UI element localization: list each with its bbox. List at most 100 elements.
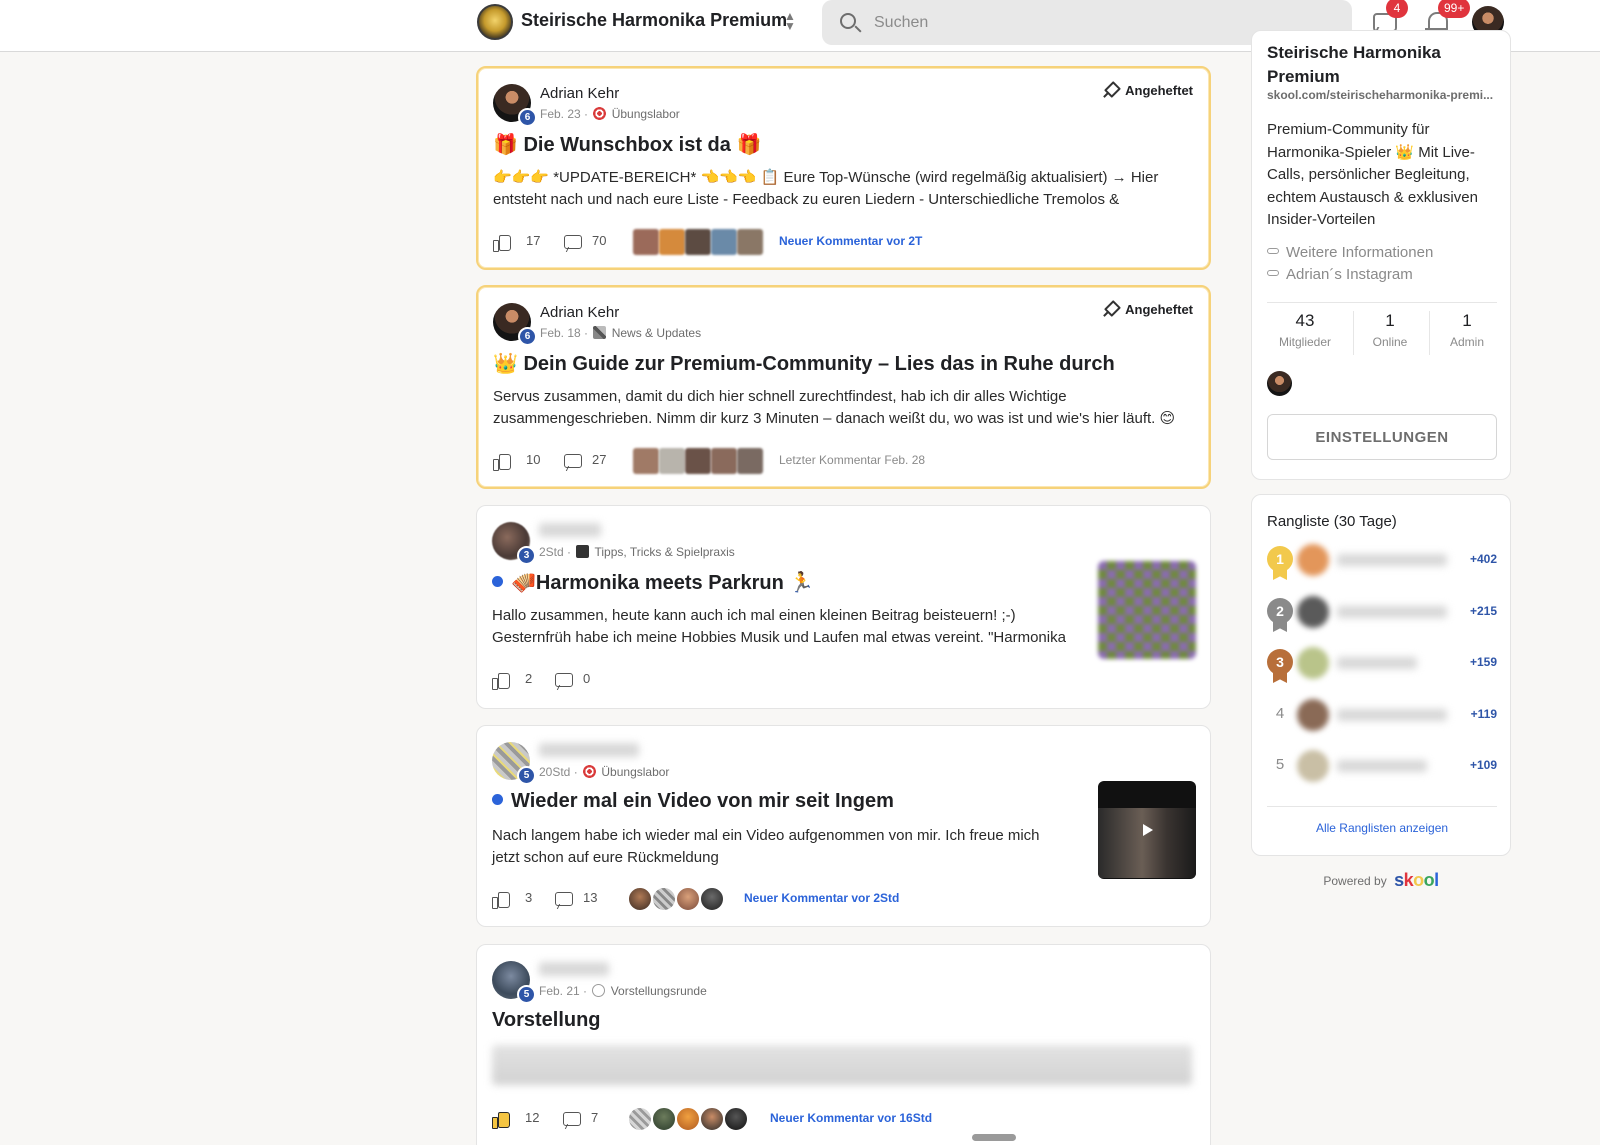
leaderboard-entry[interactable]: 3 +159 [1267, 645, 1497, 681]
like-icon[interactable] [492, 891, 510, 909]
community-url[interactable]: skool.com/steirischeharmonika-premi... [1267, 88, 1497, 102]
commenter-avatar [737, 229, 763, 255]
stat-admin[interactable]: 1 Admin [1429, 311, 1505, 349]
activity-status: Letzter Kommentar Feb. 28 [779, 453, 926, 467]
post-title[interactable]: 🎁 Die Wunschbox ist da 🎁 [493, 132, 761, 157]
play-icon[interactable] [1143, 824, 1153, 836]
post-card[interactable]: 5 20Std · Übungslabor Wieder mal ein Vid… [476, 725, 1211, 927]
commenter-avatar [737, 448, 763, 474]
commenter-avatar [699, 886, 725, 912]
stat-online[interactable]: 1 Online [1352, 311, 1428, 349]
like-icon[interactable] [493, 234, 511, 252]
leaderboard-entry[interactable]: 2 +215 [1267, 594, 1497, 630]
stat-members[interactable]: 43 Mitglieder [1267, 311, 1343, 349]
commenter-avatar [659, 229, 685, 255]
like-icon[interactable] [492, 1111, 510, 1129]
commenter-avatar [699, 1106, 725, 1132]
bronze-medal-icon: 3 [1267, 649, 1293, 675]
silver-medal-icon: 2 [1267, 598, 1293, 624]
comment-icon[interactable] [564, 454, 582, 468]
link-instagram[interactable]: Adrian´s Instagram [1267, 266, 1413, 283]
speech-bubble-icon [592, 984, 606, 997]
post-title[interactable]: Wieder mal ein Video von mir seit Ingem [492, 790, 894, 813]
link-more-info[interactable]: Weitere Informationen [1267, 244, 1433, 261]
points: +109 [1469, 758, 1497, 772]
settings-button[interactable]: EINSTELLUNGEN [1267, 414, 1497, 460]
notifications-badge: 99+ [1438, 0, 1471, 18]
post-category[interactable]: Übungslabor [601, 765, 669, 779]
post-excerpt: Hallo zusammen, heute kann auch ich mal … [492, 607, 1066, 646]
search-icon [840, 13, 856, 29]
member-name [1337, 760, 1427, 772]
post-excerpt: 👉👉👉 *UPDATE-BEREICH* 👈👈👈 📋 Eure Top-Wüns… [493, 169, 1159, 208]
commenter-avatar [685, 229, 711, 255]
post-excerpt [492, 1045, 1192, 1085]
link-icon [1267, 248, 1279, 254]
post-card[interactable]: 6 Adrian Kehr Feb. 23 · Übungslabor Ange… [476, 66, 1211, 270]
scroll-handle[interactable] [972, 1134, 1016, 1141]
post-category[interactable]: Tipps, Tricks & Spielpraxis [594, 545, 734, 559]
author-name[interactable] [539, 523, 601, 537]
post-category[interactable]: News & Updates [612, 326, 701, 340]
post-title[interactable]: 🪗Harmonika meets Parkrun 🏃 [492, 570, 814, 595]
post-category[interactable]: Vorstellungsrunde [611, 984, 707, 998]
member-avatar [1297, 750, 1329, 782]
member-avatar [1297, 544, 1329, 576]
comment-icon[interactable] [564, 235, 582, 249]
like-icon[interactable] [493, 453, 511, 471]
post-card[interactable]: 6 Adrian Kehr Feb. 18 · News & Updates A… [476, 285, 1211, 489]
post-meta: 2Std · Tipps, Tricks & Spielpraxis [539, 545, 735, 559]
pencil-icon [593, 326, 607, 339]
all-leaderboards-link[interactable]: Alle Ranglisten anzeigen [1267, 821, 1497, 835]
commenter-avatar [675, 1106, 701, 1132]
post-actions: 10 27 Letzter Kommentar Feb. 28 [493, 448, 1193, 474]
comment-icon[interactable] [555, 673, 573, 687]
author-name[interactable] [539, 962, 609, 976]
leaderboard-entry[interactable]: 4 +119 [1267, 697, 1497, 733]
pin-icon [1103, 83, 1117, 97]
messages-badge: 4 [1386, 0, 1408, 18]
author-name[interactable]: Adrian Kehr [540, 85, 619, 102]
commenter-avatar [627, 886, 653, 912]
post-excerpt: Nach langem habe ich wieder mal ein Vide… [492, 827, 1040, 866]
post-category[interactable]: Übungslabor [612, 107, 680, 121]
post-title[interactable]: 👑 Dein Guide zur Premium-Community – Lie… [493, 351, 1115, 376]
community-stats: 43 Mitglieder 1 Online 1 Admin [1267, 302, 1497, 362]
video-thumbnail[interactable] [1098, 781, 1196, 879]
comment-count: 7 [591, 1110, 599, 1125]
like-count: 3 [525, 890, 533, 905]
unread-dot [492, 576, 503, 587]
post-card[interactable]: 5 Feb. 21 · Vorstellungsrunde Vorstellun… [476, 944, 1211, 1145]
powered-by[interactable]: Powered by skool [1251, 870, 1511, 891]
community-switcher-icon[interactable]: ▲ ▼ [781, 10, 799, 35]
comment-count: 70 [592, 233, 607, 248]
link-icon [1267, 270, 1279, 276]
post-card[interactable]: 3 2Std · Tipps, Tricks & Spielpraxis 🪗Ha… [476, 505, 1211, 709]
pin-icon [1103, 302, 1117, 316]
points: +402 [1469, 552, 1497, 566]
author-name[interactable]: Adrian Kehr [540, 304, 619, 321]
member-name [1337, 606, 1447, 618]
commenter-avatar [633, 229, 659, 255]
comment-count: 27 [592, 452, 607, 467]
pinned-label: Angeheftet [1103, 83, 1193, 98]
commenter-avatar [685, 448, 711, 474]
community-logo[interactable] [477, 4, 513, 40]
activity-status[interactable]: Neuer Kommentar vor 16Std [770, 1111, 932, 1125]
like-icon[interactable] [492, 672, 510, 690]
post-actions: 17 70 Neuer Kommentar vor 2T [493, 229, 1193, 255]
leaderboard-entry[interactable]: 1 +402 [1267, 542, 1497, 578]
activity-status[interactable]: Neuer Kommentar vor 2Std [744, 891, 899, 905]
post-thumbnail[interactable] [1098, 561, 1196, 659]
level-badge: 5 [517, 985, 536, 1004]
community-name[interactable]: Steirische Harmonika Premium [521, 10, 787, 31]
post-title[interactable]: Vorstellung [492, 1009, 601, 1032]
member-avatar [1297, 647, 1329, 679]
leaderboard-entry[interactable]: 5 +109 [1267, 748, 1497, 784]
comment-icon[interactable] [563, 1112, 581, 1126]
post-actions: 3 13 Neuer Kommentar vor 2Std [492, 886, 1192, 912]
author-name[interactable] [539, 743, 639, 757]
admin-avatar[interactable] [1267, 371, 1292, 396]
activity-status[interactable]: Neuer Kommentar vor 2T [779, 234, 922, 248]
comment-icon[interactable] [555, 892, 573, 906]
